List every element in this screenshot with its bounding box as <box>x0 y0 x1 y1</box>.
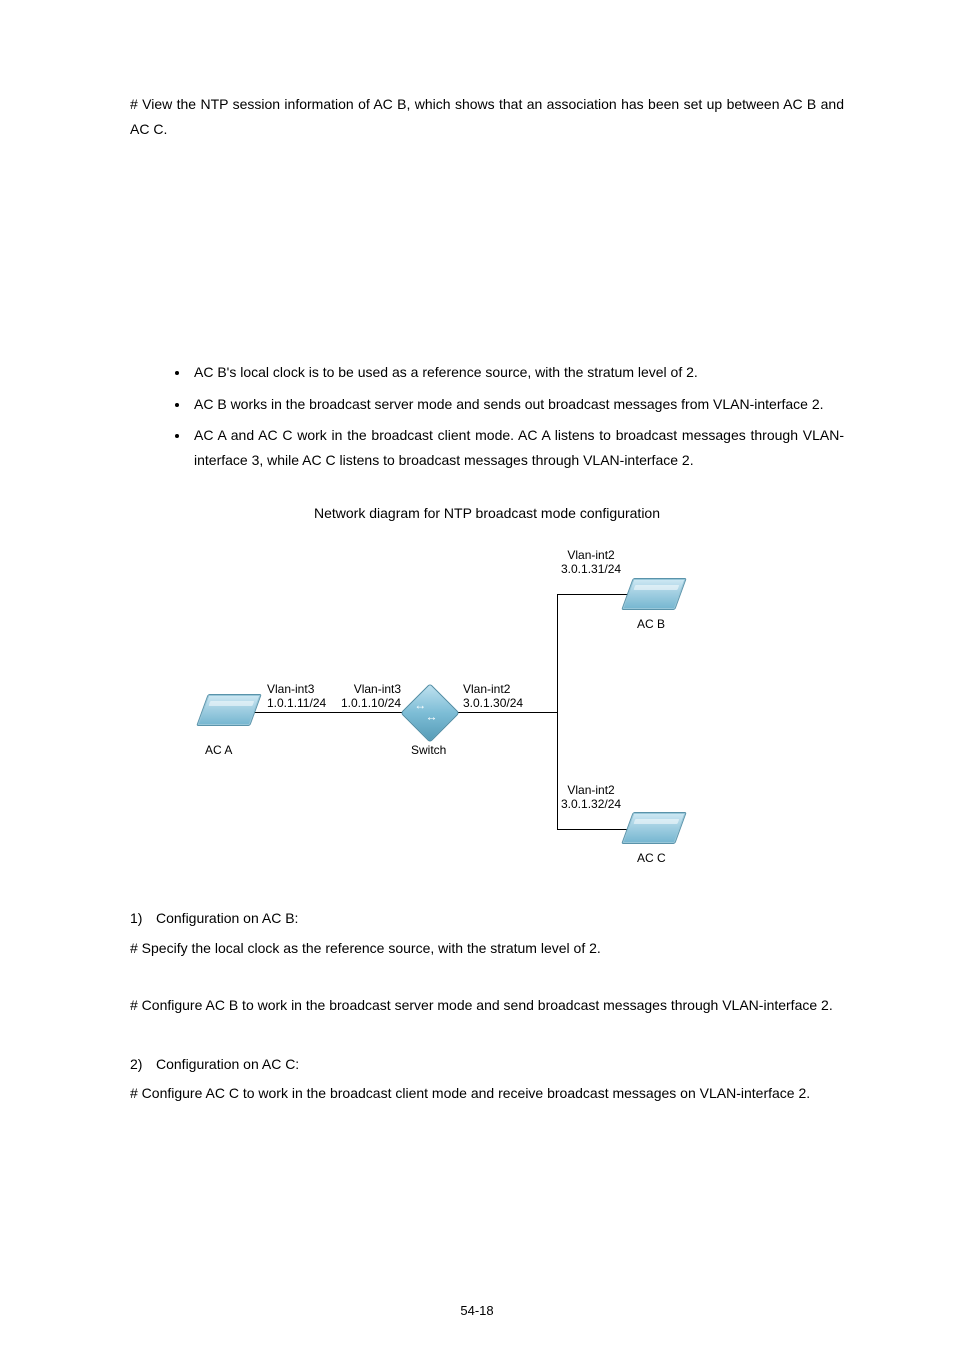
ac-b-label: AC B <box>637 618 665 632</box>
ac-c-interface-label: Vlan-int2 3.0.1.32/24 <box>561 784 621 812</box>
step-1a-text: # Specify the local clock as the referen… <box>130 936 844 961</box>
spacer <box>130 150 844 360</box>
switch-icon: ↔ ↔ <box>400 684 459 743</box>
device-icon <box>621 578 687 610</box>
config-steps: 2)Configuration on AC C: <box>130 1052 844 1077</box>
diagram-caption: Network diagram for NTP broadcast mode c… <box>130 501 844 526</box>
switch-right-interface-label: Vlan-int2 3.0.1.30/24 <box>463 683 523 711</box>
page-number: 54-18 <box>0 1299 954 1322</box>
device-icon <box>196 694 262 726</box>
intro-paragraph: # View the NTP session information of AC… <box>130 92 844 142</box>
step-2-heading: 2)Configuration on AC C: <box>130 1052 844 1077</box>
device-icon <box>621 812 687 844</box>
ac-a-interface-label: Vlan-int3 1.0.1.11/24 <box>267 683 326 711</box>
ac-a-label: AC A <box>205 744 232 758</box>
ac-b-interface-label: Vlan-int2 3.0.1.31/24 <box>561 549 621 577</box>
network-diagram: Vlan-int3 1.0.1.11/24 AC A ↔ ↔ Vlan-int3… <box>207 544 767 874</box>
bullet-item: AC A and AC C work in the broadcast clie… <box>190 423 844 473</box>
step-1b-text: # Configure AC B to work in the broadcas… <box>130 993 844 1018</box>
switch-left-interface-label: Vlan-int3 1.0.1.10/24 <box>341 683 401 711</box>
ac-c-label: AC C <box>637 852 666 866</box>
step-1-heading: 1)Configuration on AC B: <box>130 906 844 931</box>
bullet-item: AC B works in the broadcast server mode … <box>190 392 844 417</box>
config-steps: 1)Configuration on AC B: <box>130 906 844 931</box>
bullet-item: AC B's local clock is to be used as a re… <box>190 360 844 385</box>
switch-label: Switch <box>411 744 446 758</box>
bullet-list: AC B's local clock is to be used as a re… <box>130 360 844 473</box>
step-2a-text: # Configure AC C to work in the broadcas… <box>130 1081 844 1106</box>
